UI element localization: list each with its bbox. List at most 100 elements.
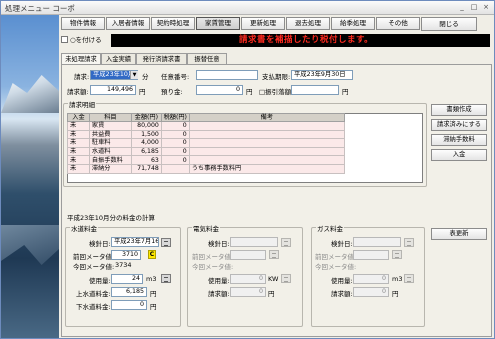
water-lower-field[interactable]: 0 (111, 300, 147, 310)
table-header-row: 入金 科目 金額(円) 税額(円) 備考 (67, 113, 346, 122)
col-note: 備考 (188, 113, 346, 122)
electric-usage-field[interactable]: 0 (230, 274, 266, 284)
cell-paid: 未 (67, 138, 90, 148)
utilities-section-title: 平成23年10月分の料金の計算 (67, 214, 156, 222)
mark-option[interactable]: ○を付ける (61, 34, 102, 44)
electric-prev-field[interactable] (230, 250, 266, 260)
water-group-title: 水道料金 (70, 223, 98, 233)
gas-curr-label: 今回メータ値: (315, 263, 357, 271)
gas-prev-field[interactable] (353, 250, 389, 260)
window-title: 処理メニュー コーポ (5, 4, 75, 13)
detail-group-title: 請求明細 (68, 99, 96, 109)
table-row[interactable]: 未 自振手数料 63 0 (67, 155, 346, 165)
amount-unit: 円 (139, 88, 146, 96)
menu-item-renewal[interactable]: 更新処理 (241, 17, 285, 30)
mark-checkbox[interactable] (61, 35, 68, 43)
table-row[interactable]: 未 共益費 1,500 0 (67, 129, 346, 140)
electric-bill-unit: 円 (268, 290, 275, 298)
transfer-label[interactable]: □振引落額: (259, 86, 293, 96)
calculator-icon[interactable] (269, 250, 279, 259)
cell-amount: 63 (130, 155, 162, 165)
electric-bill-label: 請求額: (208, 290, 230, 298)
mark-billed-button[interactable]: 請求済みにする (431, 119, 487, 131)
menu-item-rent[interactable]: 家賃管理 (196, 17, 240, 30)
mountain-image (1, 75, 59, 113)
col-tax: 税額(円) (160, 113, 190, 122)
cell-amount: 80,000 (130, 121, 162, 131)
water-check-date-field[interactable]: 平成23年7月16日 (111, 237, 159, 247)
table-row[interactable]: 未 滞納分 71,748 うち事務手数料円 (67, 163, 346, 174)
gas-usage-field[interactable]: 0 (353, 274, 389, 284)
table-row[interactable]: 未 駐車料 4,000 0 (67, 138, 346, 148)
side-photo (1, 15, 59, 338)
menu-item-property[interactable]: 物件情報 (61, 17, 105, 30)
calculator-icon[interactable] (404, 274, 414, 283)
water-prev-field[interactable]: 3710 (111, 250, 141, 260)
minimize-icon[interactable]: _ (457, 3, 467, 12)
meter-change-badge[interactable]: C (148, 250, 156, 259)
calculator-icon[interactable] (392, 250, 402, 259)
close-button[interactable]: 閉じる (421, 17, 477, 31)
close-icon[interactable]: × (481, 3, 491, 12)
menu-item-contract[interactable]: 契約時処理 (151, 17, 195, 30)
title-bar: 処理メニュー コーポ _ □ × (1, 1, 494, 15)
amount-field: 149,496 (90, 85, 136, 95)
calendar-icon[interactable] (404, 238, 414, 247)
maximize-icon[interactable]: □ (469, 3, 479, 12)
payment-button[interactable]: 入金 (431, 149, 487, 161)
number-label: 任意番号: (161, 73, 190, 81)
water-usage-field[interactable]: 24 (111, 274, 143, 284)
water-upper-label: 上水道料金: (76, 290, 111, 298)
update-table-button[interactable]: 表更新 (431, 228, 487, 240)
late-fee-button[interactable]: 滞納手数料 (431, 134, 487, 146)
transfer-field[interactable] (291, 85, 339, 95)
calculator-icon[interactable] (281, 274, 291, 283)
menu-item-salary[interactable]: 給季処理 (331, 17, 375, 30)
calendar-icon[interactable] (281, 238, 291, 247)
cell-paid: 未 (67, 146, 90, 157)
calendar-icon[interactable] (161, 238, 171, 247)
menu-item-other[interactable]: その他 (376, 17, 420, 30)
due-date-field[interactable]: 平成23年9月30日 (291, 70, 353, 80)
gas-prev-label: 前回メータ値: (315, 253, 357, 261)
menu-item-tenant[interactable]: 入居者情報 (106, 17, 150, 30)
electric-check-date-field[interactable] (230, 237, 278, 247)
water-upper-field[interactable]: 6,185 (111, 287, 147, 297)
menu-item-moveout[interactable]: 退去処理 (286, 17, 330, 30)
electric-usage-label: 使用量: (208, 277, 230, 285)
electric-check-date-label: 検針日: (208, 240, 230, 248)
gas-check-date-field[interactable] (353, 237, 401, 247)
gas-check-date-label: 検針日: (331, 240, 353, 248)
number-field[interactable] (196, 70, 258, 80)
water-usage-label: 使用量: (89, 277, 111, 285)
water-curr-label: 今回メータ値: (73, 263, 115, 271)
cell-paid: 未 (67, 121, 90, 131)
electric-bill-field[interactable]: 0 (230, 287, 266, 297)
gas-bill-unit: 円 (392, 290, 399, 298)
col-paid: 入金 (67, 113, 90, 122)
cell-item: 自振手数料 (88, 155, 132, 165)
col-item: 科目 (88, 113, 132, 122)
gas-bill-field[interactable]: 0 (353, 287, 389, 297)
cell-item: 共益費 (88, 129, 132, 140)
deposit-unit: 円 (246, 88, 253, 96)
table-row[interactable]: 未 家賃 80,000 0 (67, 121, 346, 131)
cell-item: 駐車料 (88, 138, 132, 148)
cell-note (188, 121, 346, 131)
water-curr-value: 3734 (115, 261, 132, 269)
chevron-down-icon[interactable]: ▼ (130, 71, 138, 79)
cell-paid: 未 (67, 129, 90, 140)
gas-usage-label: 使用量: (331, 277, 353, 285)
gas-group-title: ガス料金 (316, 223, 344, 233)
cell-paid: 未 (67, 163, 90, 174)
water-prev-label: 前回メータ値: (73, 253, 115, 261)
table-row[interactable]: 未 水道料 6,185 0 (67, 146, 346, 157)
cell-tax: 0 (160, 121, 190, 131)
electric-prev-label: 前回メータ値: (192, 253, 234, 261)
create-documents-button[interactable]: 書類作成 (431, 104, 487, 116)
calculator-icon[interactable] (161, 274, 171, 283)
electric-group-title: 電気料金 (192, 223, 220, 233)
month-label: 請求: (74, 73, 90, 81)
cell-amount: 4,000 (130, 138, 162, 148)
cell-item: 水道料 (88, 146, 132, 157)
